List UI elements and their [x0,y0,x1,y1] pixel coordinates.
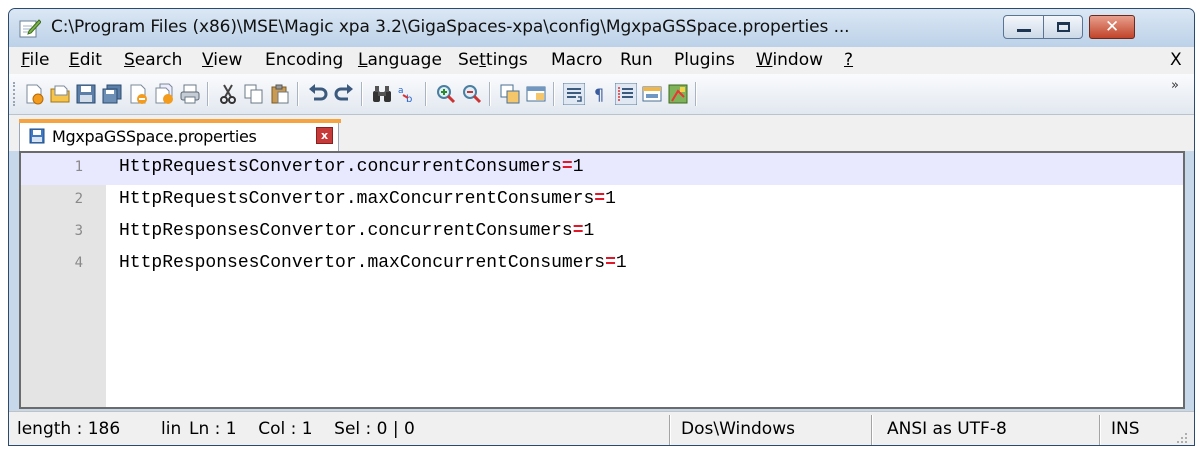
sync-vertical-icon[interactable] [499,83,521,105]
svg-text:¶: ¶ [594,85,604,104]
toolbar-separator [207,82,209,106]
toolbar-separator [297,82,299,106]
saved-file-icon [29,128,45,144]
text-editor[interactable]: 1 HttpRequestsConvertor.concurrentConsum… [19,151,1185,409]
tab-label: MgxpaGSSpace.properties [52,127,257,146]
code-line[interactable]: 2 HttpRequestsConvertor.maxConcurrentCon… [21,185,1183,217]
code-line[interactable]: 3 HttpResponsesConvertor.concurrentConsu… [21,217,1183,249]
menu-language[interactable]: Language [358,50,442,70]
menu-run[interactable]: Run [620,50,653,70]
menu-view[interactable]: View [202,50,242,70]
active-tab-indicator [19,119,341,123]
line-number: 2 [74,191,83,207]
line-text[interactable]: HttpRequestsConvertor.maxConcurrentConsu… [119,189,616,209]
window-title: C:\Program Files (x86)\MSE\Magic xpa 3.2… [51,17,850,37]
line-number: 3 [74,223,83,239]
zoom-in-icon[interactable] [435,83,457,105]
close-all-icon[interactable] [153,83,175,105]
code-line[interactable]: 4 HttpResponsesConvertor.maxConcurrentCo… [21,249,1183,281]
menu-macro[interactable]: Macro [551,50,602,70]
svg-text:a: a [398,86,404,96]
menu-settings[interactable]: Settings [458,50,528,70]
menu-window[interactable]: Window [756,50,823,70]
save-all-icon[interactable] [101,83,123,105]
status-position: Ln : 1 Col : 1 Sel : 0 | 0 [189,419,415,439]
menu-edit[interactable]: Edit [69,50,102,70]
status-separator [669,415,671,445]
tab-mgxpagsspace-properties[interactable]: MgxpaGSSpace.properties x [19,119,341,151]
status-separator [871,415,873,445]
menu-encoding[interactable]: Encoding [265,50,343,70]
line-text[interactable]: HttpResponsesConvertor.concurrentConsume… [119,221,594,241]
open-file-icon[interactable] [49,83,71,105]
menu-plugins[interactable]: Plugins [674,50,735,70]
toolbar-separator [695,82,697,106]
cut-icon[interactable] [217,83,239,105]
title-bar[interactable]: C:\Program Files (x86)\MSE\Magic xpa 3.2… [9,9,1194,47]
line-number: 1 [74,159,83,175]
line-text[interactable]: HttpResponsesConvertor.maxConcurrentCons… [119,253,627,273]
show-all-characters-icon[interactable]: ¶ [589,83,611,105]
line-text[interactable]: HttpRequestsConvertor.concurrentConsumer… [119,157,584,177]
resize-grip-icon[interactable] [1176,432,1188,444]
close-window-button[interactable]: ✕ [1089,15,1135,39]
status-separator [1099,415,1101,445]
find-icon[interactable] [371,83,393,105]
status-eol-format: Dos\Windows [681,419,795,439]
new-file-icon[interactable] [23,83,45,105]
menu-bar: File Edit Search View Encoding Language … [9,47,1194,74]
app-window: C:\Program Files (x86)\MSE\Magic xpa 3.2… [8,8,1195,446]
maximize-button[interactable] [1043,15,1083,39]
tab-close-button[interactable]: x [316,127,333,144]
toolbar-separator [553,82,555,106]
status-length: length : 186 [17,419,121,439]
minimize-button[interactable] [1003,15,1044,39]
toolbar-separator [361,82,363,106]
line-number: 4 [74,255,83,271]
undo-icon[interactable] [307,83,329,105]
toolbar-grip[interactable] [13,82,18,106]
document-map-icon[interactable] [667,83,689,105]
status-insert-mode: INS [1111,419,1140,439]
maximize-icon [1057,22,1070,32]
redo-icon[interactable] [333,83,355,105]
minimize-icon [1017,29,1031,32]
status-encoding: ANSI as UTF-8 [887,419,1007,439]
zoom-out-icon[interactable] [461,83,483,105]
sync-horizontal-icon[interactable] [525,83,547,105]
svg-text:b: b [406,94,412,105]
menu-help[interactable]: ? [844,50,853,70]
close-icon: ✕ [1105,17,1120,37]
toolbar-separator [425,82,427,106]
indent-guide-icon[interactable] [615,83,637,105]
notepad-app-icon [19,19,41,38]
close-file-icon[interactable] [127,83,149,105]
save-icon[interactable] [75,83,97,105]
toolbar: ab ¶ » [9,74,1194,115]
toolbar-separator [489,82,491,106]
user-defined-dialogue-icon[interactable] [641,83,663,105]
tab-strip: MgxpaGSSpace.properties x [9,115,1194,151]
paste-icon[interactable] [269,83,291,105]
close-document-button[interactable]: X [1170,50,1182,70]
toolbar-overflow-chevron-icon[interactable]: » [1171,78,1179,93]
print-icon[interactable] [179,83,201,105]
menu-search[interactable]: Search [124,50,182,70]
code-line[interactable]: 1 HttpRequestsConvertor.concurrentConsum… [21,153,1183,185]
status-bar: length : 186 lin Ln : 1 Col : 1 Sel : 0 … [9,411,1194,445]
menu-file[interactable]: File [21,50,49,70]
word-wrap-icon[interactable] [563,83,585,105]
replace-icon[interactable]: ab [397,83,419,105]
copy-icon[interactable] [243,83,265,105]
status-lines: lin [161,419,182,439]
